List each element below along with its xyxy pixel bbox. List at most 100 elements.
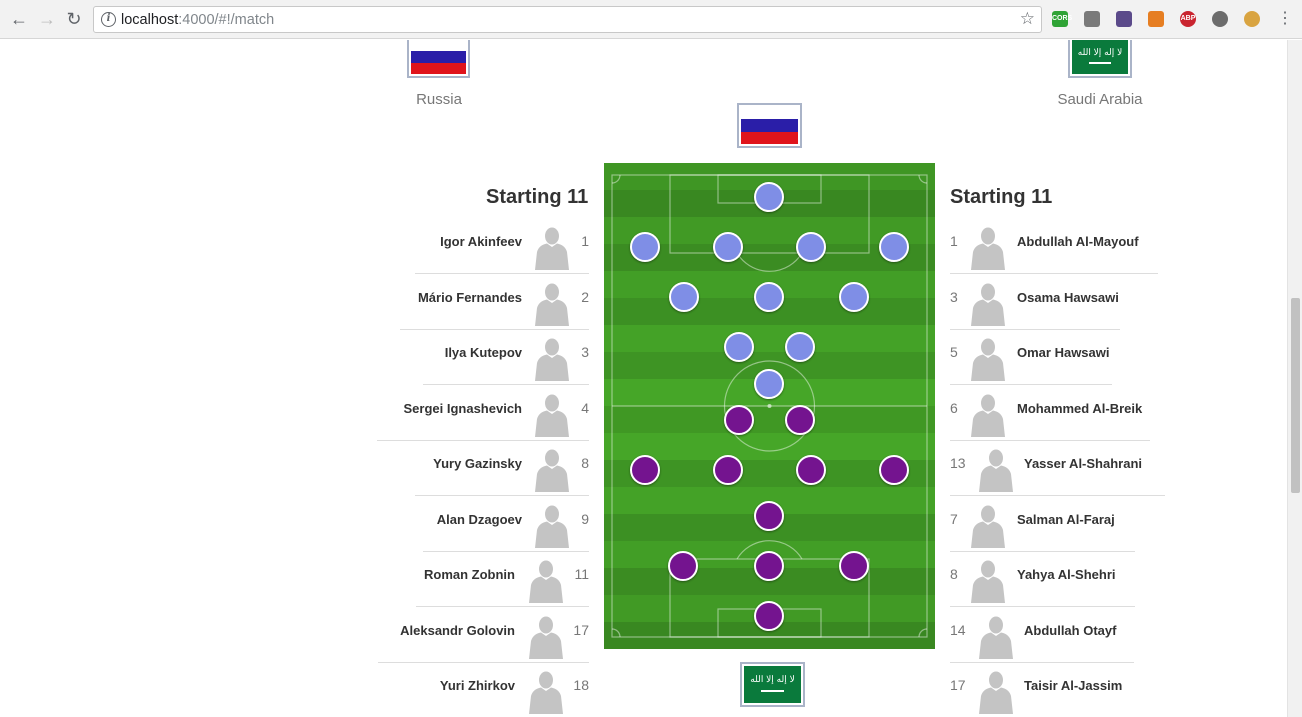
home-player-row[interactable]: Yury Gazinsky 8 [415, 440, 589, 496]
home-player-marker[interactable] [785, 332, 815, 362]
player-avatar-icon [526, 668, 566, 714]
player-name: Yasser Al-Shahrani [1024, 456, 1143, 471]
player-avatar-icon [976, 613, 1016, 659]
away-team-name: Saudi Arabia [1057, 91, 1143, 108]
menu-kebab-icon[interactable]: ⋮ [1274, 8, 1296, 30]
player-name: Salman Al-Faraj [1017, 512, 1115, 527]
away-player-marker[interactable] [839, 551, 869, 581]
home-player-marker[interactable] [754, 282, 784, 312]
player-number: 6 [950, 400, 958, 416]
player-avatar-icon [976, 668, 1016, 714]
home-player-marker[interactable] [713, 232, 743, 262]
info-icon[interactable]: i [101, 12, 116, 27]
player-avatar-icon [532, 446, 572, 492]
player-name: Ilya Kutepov [444, 345, 522, 360]
eyedropper-extension-icon[interactable] [1116, 11, 1132, 27]
away-team-flag[interactable]: لا إله إلا الله [1068, 40, 1132, 78]
cookie-extension-icon[interactable] [1244, 11, 1260, 27]
home-player-marker[interactable] [796, 232, 826, 262]
player-number: 3 [950, 289, 958, 305]
away-player-marker[interactable] [724, 405, 754, 435]
away-player-row[interactable]: 3 Osama Hawsawi [950, 274, 1120, 330]
player-avatar-icon [968, 557, 1008, 603]
fox-extension-icon[interactable] [1148, 11, 1164, 27]
adblock-extension-icon[interactable]: ABP [1180, 11, 1196, 27]
url-path: :4000/#!/match [178, 12, 275, 28]
away-player-marker[interactable] [879, 455, 909, 485]
home-player-marker[interactable] [669, 282, 699, 312]
player-name: Roman Zobnin [424, 567, 515, 582]
player-avatar-icon [976, 446, 1016, 492]
player-name: Yuri Zhirkov [439, 678, 515, 693]
home-team-name: Russia [416, 91, 462, 108]
player-avatar-icon [968, 502, 1008, 548]
away-player-marker[interactable] [754, 551, 784, 581]
home-player-marker[interactable] [879, 232, 909, 262]
home-player-row[interactable]: Aleksandr Golovin 17 [378, 607, 589, 663]
away-player-row[interactable]: 14 Abdullah Otayf [950, 607, 1134, 663]
home-player-row[interactable]: Roman Zobnin 11 [416, 551, 589, 607]
url-text[interactable]: localhost:4000/#!/match [121, 12, 274, 28]
home-team-flag[interactable] [407, 40, 470, 78]
player-number: 9 [581, 511, 589, 527]
vertical-scrollbar[interactable] [1287, 40, 1302, 717]
home-player-row[interactable]: Mário Fernandes 2 [400, 274, 589, 330]
home-player-marker[interactable] [630, 232, 660, 262]
away-player-marker[interactable] [785, 405, 815, 435]
player-avatar-icon [968, 335, 1008, 381]
away-player-row[interactable]: 7 Salman Al-Faraj [950, 496, 1135, 552]
home-player-row[interactable]: Alan Dzagoev 9 [423, 496, 589, 552]
player-avatar-icon [968, 224, 1008, 270]
player-number: 1 [581, 233, 589, 249]
player-avatar-icon [526, 557, 566, 603]
away-player-row[interactable]: 6 Mohammed Al-Breik [950, 385, 1150, 441]
home-player-row[interactable]: Igor Akinfeev 1 [415, 218, 589, 274]
away-starting-title: Starting 11 [950, 186, 1053, 208]
away-player-row[interactable]: 1 Abdullah Al-Mayouf [950, 218, 1158, 274]
away-player-marker[interactable] [754, 601, 784, 631]
away-player-marker[interactable] [796, 455, 826, 485]
player-name: Osama Hawsawi [1017, 290, 1119, 305]
scrollbar-thumb[interactable] [1291, 298, 1300, 493]
away-player-marker[interactable] [713, 455, 743, 485]
home-player-marker[interactable] [754, 369, 784, 399]
player-number: 13 [950, 455, 966, 471]
away-player-row[interactable]: 8 Yahya Al-Shehri [950, 551, 1135, 607]
player-name: Igor Akinfeev [440, 234, 522, 249]
screen-extension-icon[interactable] [1084, 11, 1100, 27]
player-avatar-icon [968, 391, 1008, 437]
back-icon[interactable]: ← [8, 8, 30, 30]
player-name: Abdullah Al-Mayouf [1017, 234, 1139, 249]
home-player-marker[interactable] [724, 332, 754, 362]
player-number: 4 [581, 400, 589, 416]
cors-extension-icon[interactable]: CORS [1052, 11, 1072, 27]
away-player-marker[interactable] [754, 501, 784, 531]
away-player-marker[interactable] [630, 455, 660, 485]
away-player-row[interactable]: 13 Yasser Al-Shahrani [950, 440, 1165, 496]
away-player-row[interactable]: 17 Taisir Al-Jassim [950, 662, 1150, 717]
browser-toolbar: ← → ↻ i localhost:4000/#!/match ☆ CORS AB… [0, 0, 1302, 39]
home-player-marker[interactable] [754, 182, 784, 212]
home-player-row[interactable]: Sergei Ignashevich 4 [377, 385, 589, 441]
address-bar[interactable]: i localhost:4000/#!/match ☆ [93, 6, 1042, 33]
player-number: 11 [574, 566, 589, 582]
away-player-row[interactable]: 5 Omar Hawsawi [950, 329, 1112, 385]
player-avatar-icon [532, 280, 572, 326]
player-avatar-icon [532, 391, 572, 437]
bookmark-star-icon[interactable]: ☆ [1020, 9, 1035, 29]
home-player-marker[interactable] [839, 282, 869, 312]
player-name: Sergei Ignashevich [403, 401, 523, 416]
home-player-row[interactable]: Ilya Kutepov 3 [423, 329, 589, 385]
away-player-marker[interactable] [668, 551, 698, 581]
home-player-row[interactable]: Yuri Zhirkov 18 [416, 662, 589, 717]
forward-icon[interactable]: → [36, 8, 58, 30]
player-name: Yury Gazinsky [433, 456, 522, 471]
player-avatar-icon [526, 613, 566, 659]
reload-icon[interactable]: ↻ [63, 8, 85, 30]
player-number: 1 [950, 233, 958, 249]
football-pitch [604, 163, 935, 649]
player-number: 17 [573, 622, 589, 638]
player-number: 8 [950, 566, 958, 582]
circle-extension-icon[interactable] [1212, 11, 1228, 27]
url-host: localhost [121, 12, 179, 28]
